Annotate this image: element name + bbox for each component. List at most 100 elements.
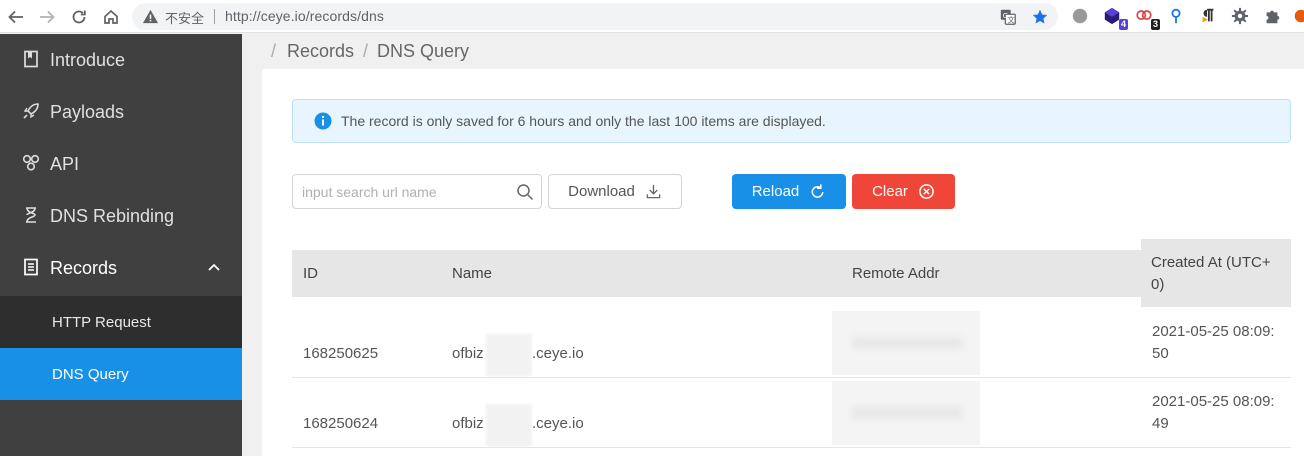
search-icon[interactable] (516, 183, 534, 201)
sidebar-item-payloads[interactable]: Payloads (0, 86, 242, 138)
sidebar-item-introduce[interactable]: Introduce (0, 34, 242, 86)
sidebar-item-label: Records (50, 257, 118, 278)
api-icon (22, 154, 40, 171)
cube-badge: 4 (1118, 19, 1128, 30)
list-icon (24, 258, 38, 276)
cell-name-prefix: ofbiz (452, 345, 484, 362)
breadcrumb-item-dns-query: DNS Query (377, 41, 470, 61)
forward-button[interactable] (34, 4, 60, 30)
records-submenu: HTTP Request DNS Query (0, 296, 242, 400)
cell-created-at-cont: 49 (1152, 415, 1169, 432)
translate-button[interactable]: G文 (998, 7, 1018, 27)
redacted-subdomain (486, 404, 532, 446)
star-icon (1032, 9, 1048, 24)
cell-name-suffix: .ceye.io (532, 415, 584, 432)
pin-icon (1171, 8, 1181, 24)
browser-toolbar: 不安全 http://ceye.io/records/dns G文 4 3 (0, 0, 1304, 33)
sidebar: Introduce Payloads API DNS Rebinding Rec… (0, 34, 242, 456)
column-header-created-at[interactable]: Created At (UTC+ 0) (1141, 239, 1291, 307)
redacted-remote-addr (832, 311, 980, 375)
extension-gray-circle[interactable] (1070, 6, 1090, 26)
bookmark-star-button[interactable] (1030, 7, 1050, 27)
search-box (292, 174, 542, 209)
svg-text:文: 文 (1008, 15, 1015, 24)
close-circle-icon (919, 184, 934, 199)
breadcrumb-separator: / (363, 41, 369, 61)
address-bar[interactable]: 不安全 http://ceye.io/records/dns G文 (132, 3, 1058, 30)
breadcrumb-item-records[interactable]: Records (287, 41, 354, 62)
sidebar-subitem-label: HTTP Request (52, 313, 151, 331)
column-header-name[interactable]: Name (452, 265, 492, 282)
extension-link[interactable]: 3 (1134, 6, 1160, 30)
download-button[interactable]: Download (548, 174, 682, 209)
pilcrow-icon (1202, 8, 1214, 23)
clear-label: Clear (872, 183, 908, 200)
refresh-icon (811, 184, 824, 198)
breadcrumb: / Records / DNS Query (242, 34, 1304, 69)
sidebar-item-label: DNS Rebinding (50, 205, 175, 226)
forward-arrow-icon (40, 10, 55, 24)
reload-page-button[interactable] (66, 4, 92, 30)
translate-icon: G文 (1000, 9, 1016, 25)
home-icon (104, 9, 118, 24)
url-text: http://ceye.io/records/dns (225, 8, 385, 24)
download-label: Download (568, 183, 635, 200)
chevron-up-icon (208, 263, 220, 271)
extensions-menu-button[interactable] (1262, 6, 1282, 26)
profile-avatar[interactable] (1294, 6, 1304, 26)
gear-icon (1231, 7, 1249, 25)
reload-label: Reload (751, 183, 800, 200)
redacted-remote-addr (832, 381, 980, 445)
clear-button[interactable]: Clear (852, 174, 955, 209)
cell-name-suffix: .ceye.io (532, 345, 584, 362)
back-arrow-icon (8, 10, 23, 24)
cell-created-at: 2021-05-25 08:09: (1152, 323, 1275, 340)
cell-created-at-cont: 50 (1152, 345, 1169, 362)
cell-created-at: 2021-05-25 08:09: (1152, 393, 1275, 410)
reload-button[interactable]: Reload (732, 174, 846, 209)
sidebar-item-api[interactable]: API (0, 138, 242, 190)
book-icon (24, 50, 38, 68)
cell-id: 168250625 (303, 345, 379, 362)
refresh-icon (72, 10, 86, 24)
extension-gear[interactable] (1230, 6, 1250, 26)
rocket-icon (23, 103, 39, 119)
sidebar-item-records[interactable]: Records (0, 242, 242, 294)
table-row: 168250624 ofbiz .ceye.io 2021-05-25 08:0… (292, 378, 1291, 448)
column-header-label: Created At (UTC+ (1151, 254, 1271, 271)
column-header-id[interactable]: ID (303, 265, 318, 282)
search-input[interactable] (302, 181, 502, 203)
gray-circle-icon (1072, 8, 1088, 24)
sidebar-item-dns-query[interactable]: DNS Query (0, 348, 242, 400)
column-header-remote-addr[interactable]: Remote Addr (852, 265, 940, 282)
redacted-subdomain (486, 334, 532, 376)
main-content: The record is only saved for 6 hours and… (262, 69, 1304, 456)
info-alert: The record is only saved for 6 hours and… (292, 99, 1291, 143)
cell-id: 168250624 (303, 415, 379, 432)
omnibox-divider (214, 9, 215, 24)
sidebar-item-dns-rebinding[interactable]: DNS Rebinding (0, 190, 242, 242)
hourglass-icon (26, 207, 36, 223)
alert-message: The record is only saved for 6 hours and… (341, 113, 826, 129)
breadcrumb-separator: / (271, 41, 277, 61)
puzzle-icon (1266, 10, 1280, 24)
sidebar-item-label: Payloads (50, 101, 125, 122)
table-row: 168250625 ofbiz .ceye.io 2021-05-25 08:0… (292, 308, 1291, 378)
link-badge: 3 (1150, 19, 1160, 30)
back-button[interactable] (3, 4, 29, 30)
avatar-icon (1294, 9, 1304, 23)
cell-name-prefix: ofbiz (452, 415, 484, 432)
extension-pilcrow[interactable] (1198, 6, 1218, 26)
sidebar-item-label: Introduce (50, 49, 126, 70)
download-icon (646, 184, 661, 199)
column-header-label: 0) (1151, 276, 1165, 293)
extension-cube[interactable]: 4 (1102, 6, 1128, 30)
sidebar-subitem-label: DNS Query (52, 365, 129, 383)
warning-icon (142, 9, 159, 24)
home-button[interactable] (98, 4, 124, 30)
extension-pin[interactable] (1166, 6, 1186, 26)
info-icon (314, 112, 332, 130)
sidebar-item-http-request[interactable]: HTTP Request (0, 296, 242, 348)
sidebar-item-label: API (50, 153, 80, 174)
insecure-label: 不安全 (165, 11, 205, 26)
